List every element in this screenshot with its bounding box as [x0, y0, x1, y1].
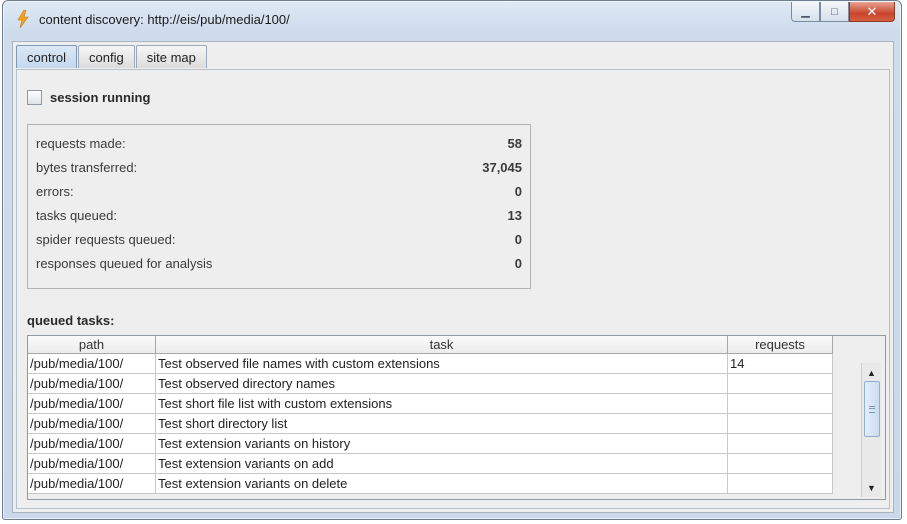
- stat-label: requests made:: [36, 135, 126, 151]
- arrow-up-icon: ▲: [867, 368, 876, 378]
- stat-label: tasks queued:: [36, 207, 117, 223]
- cell-path: /pub/media/100/: [28, 454, 156, 474]
- close-icon: ✕: [866, 3, 878, 19]
- cell-requests: [728, 474, 833, 494]
- scroll-down-button[interactable]: ▼: [862, 480, 881, 496]
- cell-path: /pub/media/100/: [28, 354, 156, 374]
- lightning-bolt-icon: [17, 10, 29, 28]
- cell-task: Test observed directory names: [156, 374, 728, 394]
- tab-strip: control config site map: [16, 45, 208, 69]
- scroll-up-button[interactable]: ▲: [862, 365, 881, 381]
- cell-task: Test short file list with custom extensi…: [156, 394, 728, 414]
- session-running-label: session running: [50, 90, 151, 105]
- cell-task: Test extension variants on history: [156, 434, 728, 454]
- grip-icon: [869, 406, 875, 413]
- title-bar[interactable]: content discovery: http://eis/pub/media/…: [3, 1, 901, 35]
- stat-value: 0: [514, 183, 522, 199]
- table-row[interactable]: /pub/media/100/ Test observed file names…: [28, 354, 833, 374]
- stat-spider-requests-queued: spider requests queued: 0: [36, 229, 522, 249]
- tab-control[interactable]: control: [16, 45, 78, 68]
- queued-tasks-label: queued tasks:: [27, 313, 115, 328]
- stat-value: 58: [507, 135, 522, 151]
- column-header-path[interactable]: path: [28, 336, 156, 354]
- table-row[interactable]: /pub/media/100/ Test observed directory …: [28, 374, 833, 394]
- cell-requests: [728, 454, 833, 474]
- column-header-task[interactable]: task: [156, 336, 728, 354]
- cell-path: /pub/media/100/: [28, 414, 156, 434]
- cell-path: /pub/media/100/: [28, 474, 156, 494]
- cell-task: Test short directory list: [156, 414, 728, 434]
- tab-label: control: [27, 49, 67, 65]
- session-running-checkbox[interactable]: [27, 90, 42, 105]
- tab-label: config: [89, 49, 124, 65]
- stat-value: 0: [514, 255, 522, 271]
- vertical-scrollbar[interactable]: ▲ ▼: [861, 363, 881, 497]
- stats-box: requests made: 58 bytes transferred: 37,…: [27, 124, 531, 289]
- close-button[interactable]: ✕: [849, 2, 895, 22]
- cell-task: Test observed file names with custom ext…: [156, 354, 728, 374]
- cell-path: /pub/media/100/: [28, 394, 156, 414]
- app-window: content discovery: http://eis/pub/media/…: [2, 0, 902, 520]
- scroll-thumb[interactable]: [864, 381, 880, 437]
- stat-label: responses queued for analysis: [36, 255, 213, 271]
- table-row[interactable]: /pub/media/100/ Test extension variants …: [28, 454, 833, 474]
- stat-value: 37,045: [482, 159, 522, 175]
- table-row[interactable]: /pub/media/100/ Test extension variants …: [28, 474, 833, 494]
- queued-tasks-table: path task requests /pub/media/100/ Test …: [27, 335, 886, 500]
- table-body: /pub/media/100/ Test observed file names…: [28, 354, 833, 494]
- cell-requests: [728, 374, 833, 394]
- control-panel: session running requests made: 58 bytes …: [16, 69, 890, 509]
- cell-requests: [728, 414, 833, 434]
- maximize-icon: □: [831, 5, 838, 18]
- tab-site-map[interactable]: site map: [135, 45, 207, 68]
- stat-value: 13: [507, 207, 522, 223]
- stat-label: bytes transferred:: [36, 159, 138, 175]
- stat-value: 0: [514, 231, 522, 247]
- window-controls: ▁ □ ✕: [791, 2, 895, 24]
- window-title: content discovery: http://eis/pub/media/…: [39, 12, 290, 27]
- stat-label: errors:: [36, 183, 74, 199]
- maximize-button[interactable]: □: [820, 2, 849, 22]
- table-row[interactable]: /pub/media/100/ Test short directory lis…: [28, 414, 833, 434]
- arrow-down-icon: ▼: [867, 483, 876, 493]
- table-header: path task requests: [28, 336, 833, 354]
- cell-requests: 14: [728, 354, 833, 374]
- table-row[interactable]: /pub/media/100/ Test extension variants …: [28, 434, 833, 454]
- cell-path: /pub/media/100/: [28, 434, 156, 454]
- stat-errors: errors: 0: [36, 181, 522, 201]
- tab-config[interactable]: config: [78, 45, 135, 68]
- table-row[interactable]: /pub/media/100/ Test short file list wit…: [28, 394, 833, 414]
- minimize-icon: ▁: [801, 6, 810, 18]
- client-area: control config site map session running …: [12, 41, 894, 513]
- column-header-requests[interactable]: requests: [728, 336, 833, 354]
- stat-tasks-queued: tasks queued: 13: [36, 205, 522, 225]
- stat-bytes-transferred: bytes transferred: 37,045: [36, 157, 522, 177]
- cell-requests: [728, 434, 833, 454]
- cell-requests: [728, 394, 833, 414]
- cell-path: /pub/media/100/: [28, 374, 156, 394]
- cell-task: Test extension variants on delete: [156, 474, 728, 494]
- stat-label: spider requests queued:: [36, 231, 176, 247]
- cell-task: Test extension variants on add: [156, 454, 728, 474]
- minimize-button[interactable]: ▁: [791, 2, 820, 22]
- stat-responses-queued: responses queued for analysis 0: [36, 253, 522, 273]
- session-running-toggle[interactable]: session running: [27, 90, 150, 105]
- stat-requests-made: requests made: 58: [36, 133, 522, 153]
- tab-label: site map: [146, 49, 196, 65]
